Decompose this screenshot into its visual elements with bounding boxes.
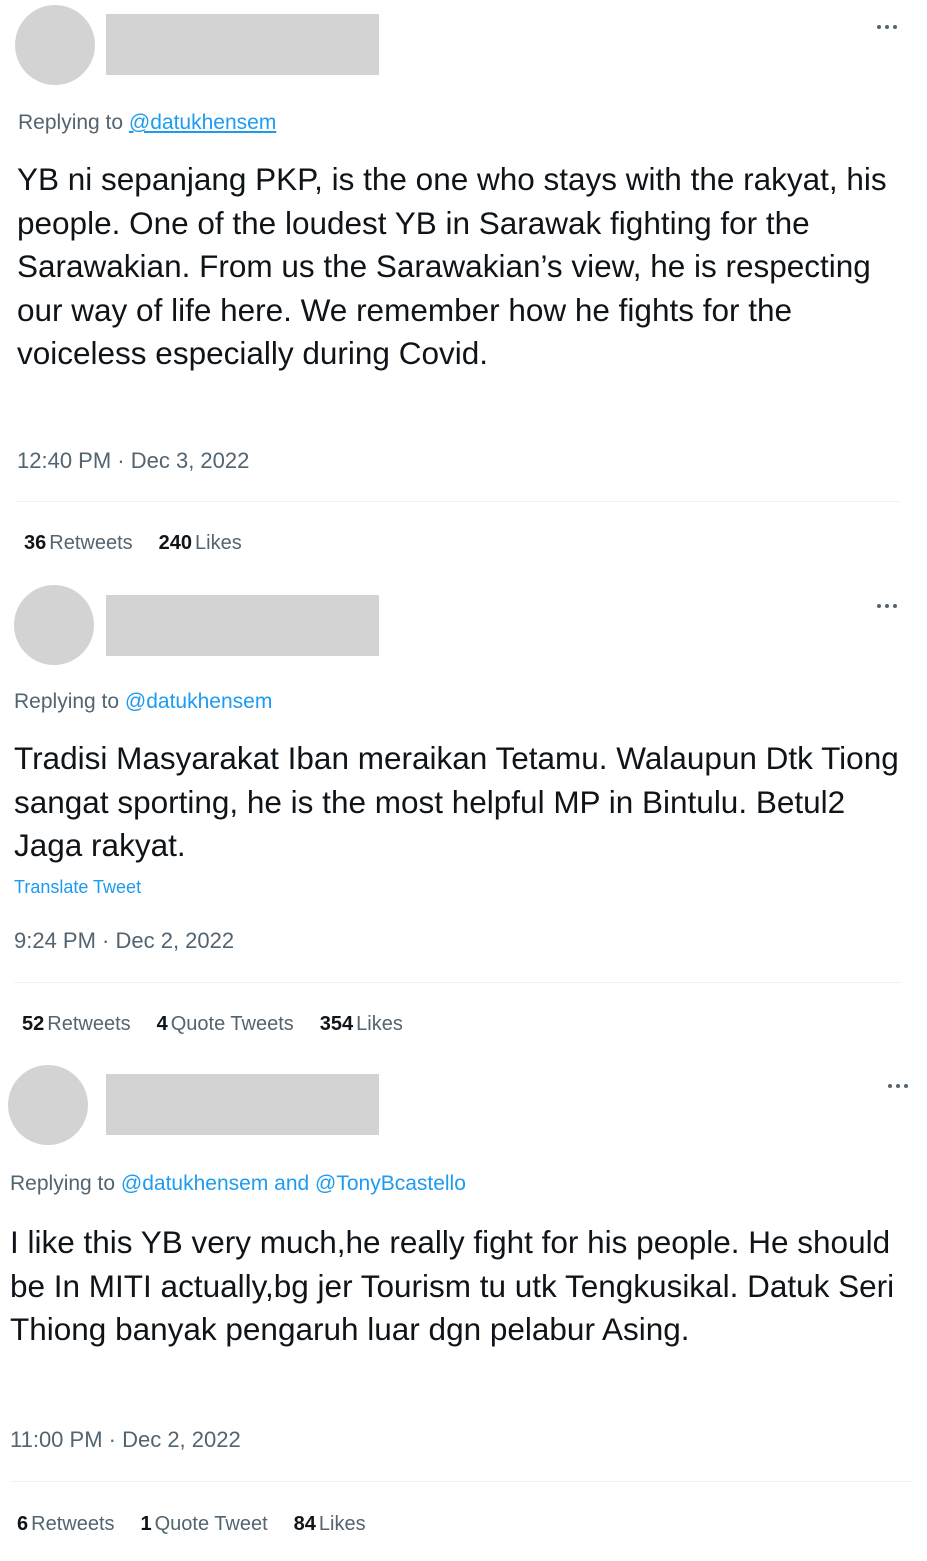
avatar[interactable] bbox=[15, 5, 95, 85]
mention-link[interactable]: @datukhensem and @TonyBcastello bbox=[121, 1172, 466, 1195]
quote-tweets-count: 4 bbox=[156, 1013, 168, 1035]
avatar[interactable] bbox=[8, 1065, 88, 1145]
more-options-icon[interactable] bbox=[885, 1080, 911, 1092]
tweet-timestamp[interactable]: 9:24 PM · Dec 2, 2022 bbox=[14, 928, 234, 954]
quote-tweets-count: 1 bbox=[140, 1513, 152, 1535]
likes-stat[interactable]: 84 Likes bbox=[294, 1513, 366, 1536]
reply-prefix: Replying to bbox=[18, 111, 124, 134]
reply-prefix: Replying to bbox=[14, 690, 120, 713]
likes-count: 240 bbox=[158, 532, 192, 554]
tweet-text: I like this YB very much,he really fight… bbox=[10, 1224, 895, 1347]
retweets-stat[interactable]: 6 Retweets bbox=[17, 1513, 115, 1536]
quote-tweets-stat[interactable]: 1 Quote Tweet bbox=[141, 1513, 268, 1536]
retweets-count: 6 bbox=[17, 1513, 29, 1535]
likes-label: Likes bbox=[195, 532, 242, 554]
retweets-stat[interactable]: 52 Retweets bbox=[22, 1013, 131, 1036]
quote-tweets-label: Quote Tweet bbox=[154, 1513, 268, 1535]
mention-link[interactable]: @datukhensem bbox=[129, 111, 276, 134]
tweet-stats: 52 Retweets 4 Quote Tweets 354 Likes bbox=[22, 1013, 429, 1036]
likes-stat[interactable]: 240 Likes bbox=[159, 532, 242, 555]
reply-context: Replying to @datukhensem and @TonyBcaste… bbox=[10, 1172, 466, 1196]
quote-tweets-label: Quote Tweets bbox=[170, 1013, 294, 1035]
more-options-icon[interactable] bbox=[874, 600, 900, 612]
quote-tweets-stat[interactable]: 4 Quote Tweets bbox=[157, 1013, 294, 1036]
redacted-username bbox=[106, 1074, 379, 1135]
tweet-timestamp[interactable]: 12:40 PM · Dec 3, 2022 bbox=[17, 448, 249, 474]
mention-link[interactable]: @datukhensem bbox=[125, 690, 272, 713]
divider bbox=[15, 501, 901, 502]
likes-label: Likes bbox=[318, 1513, 366, 1535]
redacted-username bbox=[106, 14, 379, 75]
divider bbox=[10, 1481, 913, 1482]
retweets-count: 52 bbox=[22, 1013, 45, 1035]
retweets-label: Retweets bbox=[31, 1513, 115, 1535]
tweet-timestamp[interactable]: 11:00 PM · Dec 2, 2022 bbox=[10, 1427, 241, 1453]
likes-label: Likes bbox=[356, 1013, 403, 1035]
reply-context: Replying to @datukhensem bbox=[14, 690, 272, 714]
likes-count: 354 bbox=[319, 1013, 354, 1035]
reply-prefix: Replying to bbox=[10, 1172, 116, 1195]
tweet-stats: 6 Retweets 1 Quote Tweet 84 Likes bbox=[17, 1513, 392, 1536]
tweet-text: YB ni sepanjang PKP, is the one who stay… bbox=[17, 161, 887, 371]
tweet-stats: 36 Retweets 240 Likes bbox=[24, 532, 268, 555]
retweets-label: Retweets bbox=[49, 532, 133, 554]
retweets-stat[interactable]: 36 Retweets bbox=[24, 532, 133, 555]
likes-count: 84 bbox=[293, 1513, 316, 1535]
retweets-count: 36 bbox=[24, 532, 47, 554]
divider bbox=[14, 982, 902, 983]
tweet-text: Tradisi Masyarakat Iban meraikan Tetamu.… bbox=[14, 740, 899, 863]
retweets-label: Retweets bbox=[47, 1013, 131, 1035]
avatar[interactable] bbox=[14, 585, 94, 665]
likes-stat[interactable]: 354 Likes bbox=[320, 1013, 403, 1036]
translate-tweet-link[interactable]: Translate Tweet bbox=[14, 877, 141, 898]
more-options-icon[interactable] bbox=[874, 21, 900, 33]
reply-context: Replying to @datukhensem bbox=[18, 111, 276, 135]
redacted-username bbox=[106, 595, 379, 656]
tweet-1: Replying to @datukhensem YB ni sepanjang… bbox=[0, 0, 927, 570]
